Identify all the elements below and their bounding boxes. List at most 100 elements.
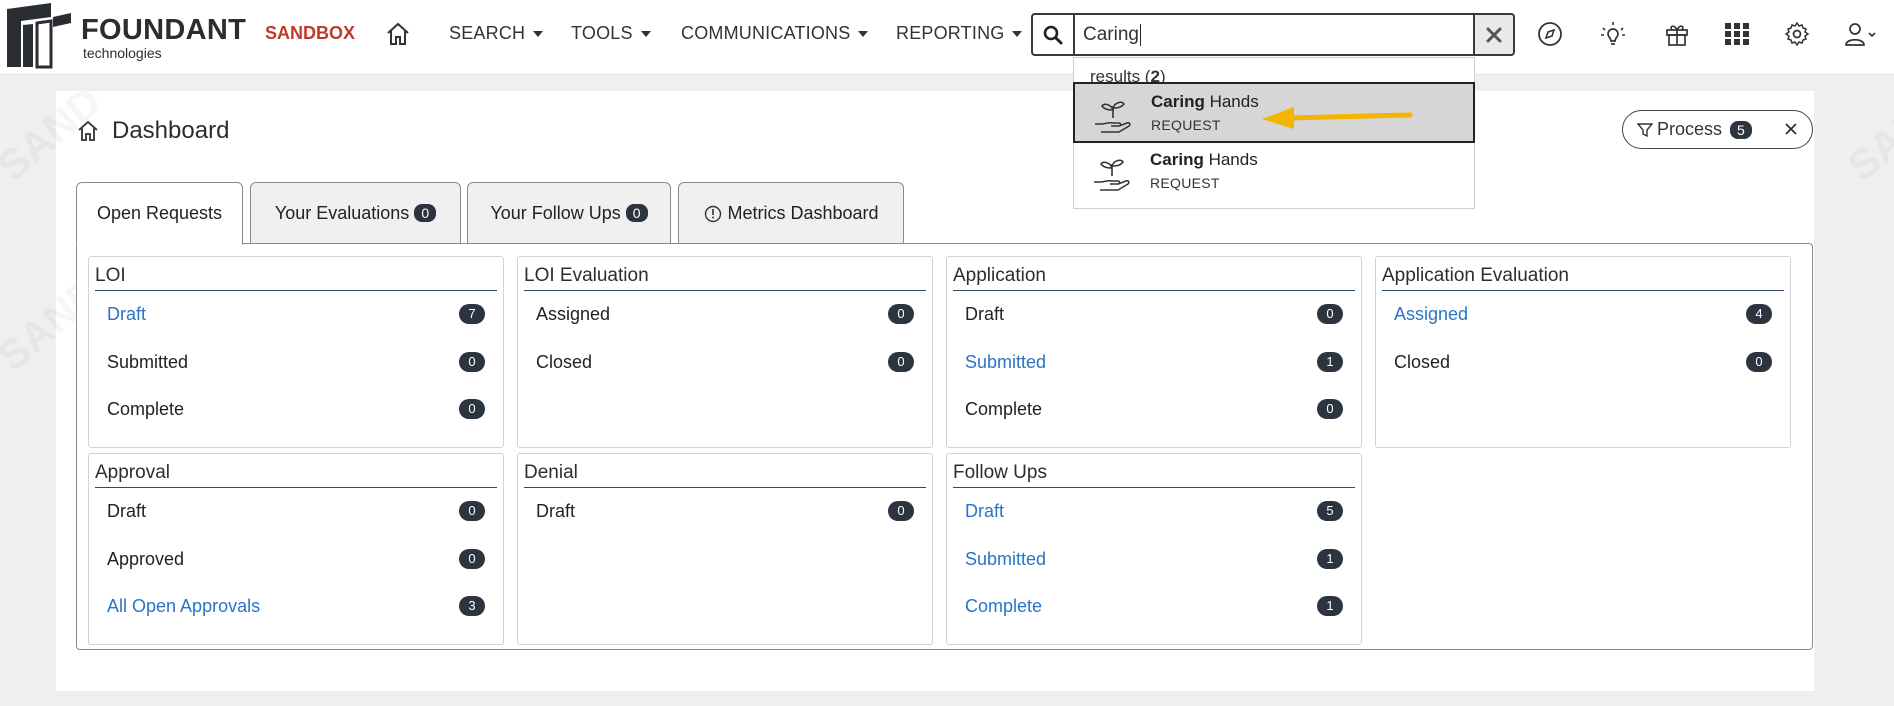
count-badge: 0 [888, 352, 914, 372]
count-badge: 1 [1317, 352, 1343, 372]
tab-open-requests[interactable]: Open Requests [76, 182, 243, 245]
nav-tools-label: TOOLS [571, 23, 633, 43]
environment-badge: SANDBOX [265, 23, 356, 43]
card-application-evaluation: Application Evaluation Assigned 4 Closed 0 [1375, 256, 1791, 448]
card-denial: Denial Draft 0 [517, 453, 933, 645]
status-link[interactable]: Submitted [965, 352, 1046, 373]
card-follow-ups: Follow Ups Draft 5 Submitted 1 Complete 1 [946, 453, 1362, 645]
status-label: Draft [536, 501, 576, 521]
chevron-down-icon [1012, 31, 1023, 38]
gift-icon[interactable] [1662, 19, 1692, 49]
status-link[interactable]: All Open Approvals [107, 596, 260, 617]
nav-reporting-menu[interactable]: REPORTING [896, 23, 1023, 44]
tab-your-evaluations[interactable]: Your Evaluations 0 [250, 182, 461, 244]
status-link[interactable]: Complete [965, 596, 1042, 617]
apps-grid-icon[interactable] [1722, 19, 1752, 49]
search-result-item[interactable]: Caring Hands REQUEST [1074, 142, 1474, 200]
count-badge: 5 [1317, 501, 1343, 521]
list-item: Complete 0 [965, 395, 1343, 425]
chevron-down-icon [533, 31, 544, 38]
status-label: Draft [107, 501, 147, 521]
tab-metrics-dashboard[interactable]: Metrics Dashboard [678, 182, 904, 244]
info-gauge-icon [705, 205, 722, 223]
card-title: LOI Evaluation [524, 265, 926, 291]
list-item[interactable]: Submitted 1 [965, 545, 1343, 575]
card-title: Follow Ups [953, 462, 1355, 488]
process-filter-button[interactable]: Process 5 [1622, 110, 1813, 149]
process-count-badge: 5 [1730, 120, 1752, 139]
result-type: REQUEST [1150, 175, 1220, 191]
status-link[interactable]: Assigned [1394, 304, 1468, 325]
close-icon[interactable] [1782, 120, 1800, 138]
card-title: Application Evaluation [1382, 265, 1784, 291]
compass-icon[interactable] [1535, 19, 1565, 49]
result-type: REQUEST [1151, 117, 1221, 133]
list-item: Approved 0 [107, 545, 485, 575]
chevron-down-icon [858, 31, 869, 38]
status-label: Complete [965, 399, 1043, 419]
count-badge: 4 [1746, 304, 1772, 324]
gear-icon[interactable] [1782, 19, 1812, 49]
list-item[interactable]: Complete 1 [965, 592, 1343, 622]
brand-tagline: technologies [83, 45, 162, 61]
card-approval: Approval Draft 0 Approved 0 All Open Appro… [88, 453, 504, 645]
list-item[interactable]: Submitted 1 [965, 348, 1343, 378]
card-title: Denial [524, 462, 926, 488]
list-item[interactable]: Assigned 4 [1394, 300, 1772, 330]
annotation-arrow-icon [1262, 107, 1413, 129]
status-label: Approved [107, 549, 185, 569]
result-title-rest: Hands [1203, 150, 1258, 169]
nav-communications-menu[interactable]: COMMUNICATIONS [681, 23, 869, 44]
tab-your-follow-ups[interactable]: Your Follow Ups 0 [467, 182, 671, 244]
clear-icon [1486, 27, 1502, 42]
nav-search-label: SEARCH [449, 23, 526, 43]
process-filter-label: Process [1657, 119, 1723, 139]
count-badge: 0 [459, 501, 485, 521]
result-title: Caring Hands [1150, 150, 1258, 170]
status-link[interactable]: Draft [107, 304, 146, 325]
card-application: Application Draft 0 Submitted 1 Complete 0 [946, 256, 1362, 448]
nav-tools-menu[interactable]: TOOLS [571, 23, 651, 44]
list-item[interactable]: Draft 7 [107, 300, 485, 330]
search-input[interactable]: Caring [1073, 13, 1475, 56]
list-item[interactable]: Draft 5 [965, 497, 1343, 527]
count-badge: 1 [1317, 596, 1343, 616]
list-item: Submitted 0 [107, 348, 485, 378]
nav-communications-label: COMMUNICATIONS [681, 23, 851, 43]
result-title: Caring Hands [1151, 92, 1259, 112]
count-badge: 0 [459, 352, 485, 372]
home-icon[interactable] [384, 20, 412, 48]
tab-count-badge: 0 [625, 204, 648, 222]
lightbulb-icon[interactable] [1598, 19, 1628, 49]
home-icon [78, 120, 98, 141]
status-label: Closed [1394, 352, 1451, 372]
list-item: Closed 0 [536, 348, 914, 378]
foundant-logo[interactable]: FOUNDANT technologies [5, 3, 247, 69]
filter-icon [1637, 122, 1653, 137]
status-label: Draft [965, 304, 1005, 324]
count-badge: 7 [459, 304, 485, 324]
count-badge: 0 [1746, 352, 1772, 372]
page-title-text: Dashboard [112, 117, 230, 144]
search-results-dropdown: results (2) Caring Hands REQUEST Caring … [1073, 57, 1475, 209]
count-badge: 0 [888, 501, 914, 521]
count-badge: 1 [1317, 549, 1343, 569]
count-badge: 0 [459, 549, 485, 569]
list-item: Complete 0 [107, 395, 485, 425]
list-item[interactable]: All Open Approvals 3 [107, 592, 485, 622]
plant-hand-icon [1094, 159, 1130, 191]
status-label: Submitted [107, 352, 189, 372]
search-button[interactable] [1031, 13, 1073, 56]
list-item: Draft 0 [965, 300, 1343, 330]
user-icon[interactable] [1842, 19, 1878, 49]
nav-search-menu[interactable]: SEARCH [449, 23, 544, 44]
count-badge: 0 [1317, 304, 1343, 324]
card-title: Approval [95, 462, 497, 488]
count-badge: 3 [459, 596, 485, 616]
status-link[interactable]: Draft [965, 501, 1004, 522]
search-input-value: Caring [1083, 24, 1139, 45]
plant-hand-icon [1095, 101, 1131, 133]
status-link[interactable]: Submitted [965, 549, 1046, 570]
brand-name: FOUNDANT [81, 14, 247, 46]
search-clear-button[interactable] [1475, 13, 1515, 56]
